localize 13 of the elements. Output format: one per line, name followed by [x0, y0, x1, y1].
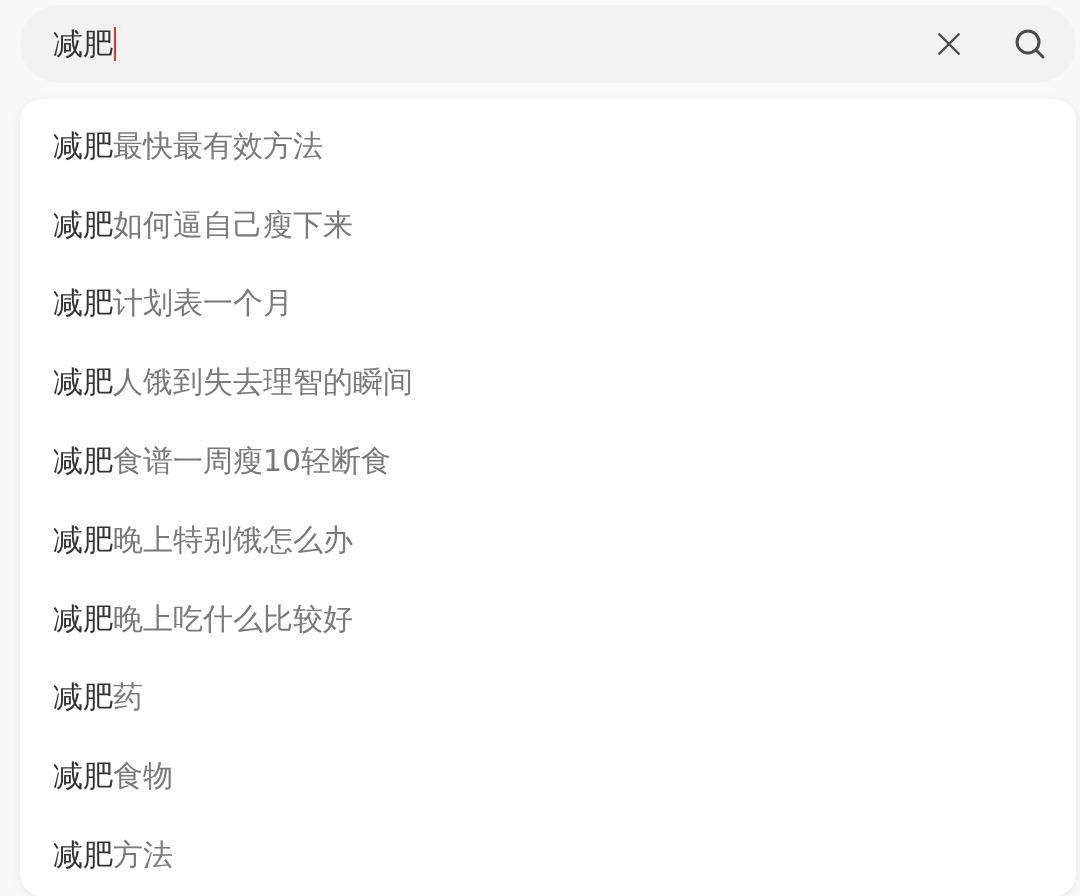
suggestion-item[interactable]: 减肥计划表一个月 — [20, 264, 1076, 344]
suggestion-item[interactable]: 减肥最快最有效方法 — [20, 107, 1076, 186]
search-icon[interactable] — [1014, 28, 1046, 60]
suggestion-item[interactable]: 减肥晚上特别饿怎么办 — [20, 501, 1076, 580]
suggestion-item[interactable]: 减肥食物 — [20, 737, 1076, 817]
suggestion-item[interactable]: 减肥如何逼自己瘦下来 — [20, 185, 1076, 265]
suggestion-item[interactable]: 减肥晚上吃什么比较好 — [20, 579, 1076, 659]
suggestion-item[interactable]: 减肥药 — [20, 658, 1076, 738]
suggestion-item[interactable]: 减肥方法 — [20, 816, 1076, 895]
suggestion-item[interactable]: 减肥人饿到失去理智的瞬间 — [20, 343, 1076, 423]
suggestion-item[interactable]: 减肥食谱一周瘦10轻断食 — [20, 422, 1076, 501]
search-field[interactable]: 减肥 — [20, 5, 1076, 83]
close-icon[interactable] — [936, 31, 962, 57]
